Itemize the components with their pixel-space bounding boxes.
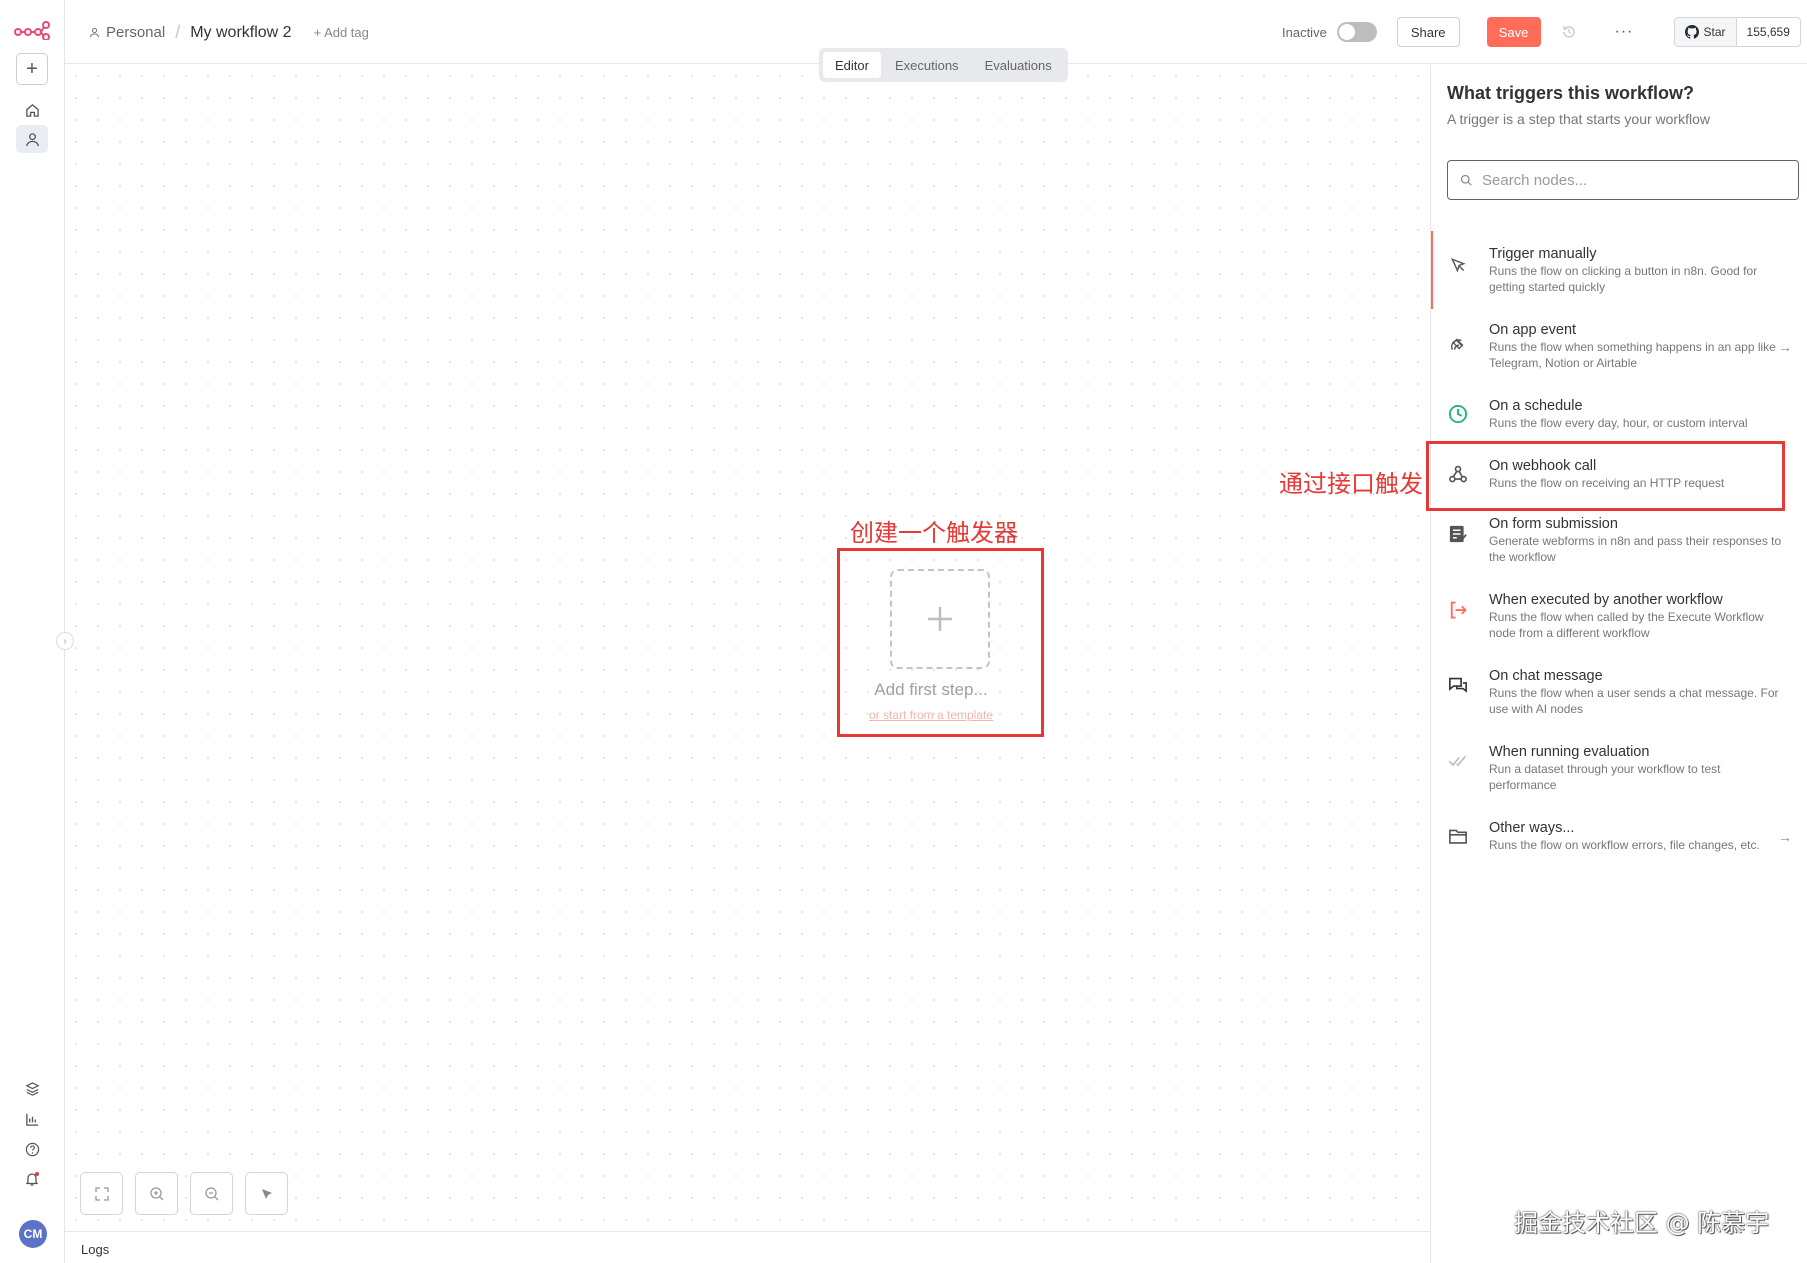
trigger-item-desc: Runs the flow when a user sends a chat m…: [1489, 686, 1779, 716]
watermark: 掘金技术社区 @ 陈慕宇: [1514, 1209, 1770, 1237]
trigger-item-desc: Runs the flow on clicking a button in n8…: [1489, 264, 1758, 294]
plus-icon: [928, 607, 952, 631]
trigger-item-desc: Generate webforms in n8n and pass their …: [1489, 534, 1782, 564]
tab-executions[interactable]: Executions: [883, 52, 971, 78]
help-icon[interactable]: [16, 1135, 48, 1163]
trigger-item-evaluation[interactable]: When running evaluation Run a dataset th…: [1431, 743, 1807, 793]
view-tabs: Editor Executions Evaluations: [819, 48, 1068, 82]
annotation-box-webhook: [1426, 441, 1785, 511]
workflow-name[interactable]: My workflow 2: [190, 24, 291, 42]
n8n-logo-icon[interactable]: [14, 20, 50, 40]
trigger-item-manual[interactable]: Trigger manually Runs the flow on clicki…: [1431, 231, 1807, 309]
check-double-icon: [1447, 749, 1469, 771]
user-icon: [89, 27, 100, 38]
canvas-controls: [80, 1172, 288, 1215]
form-icon: [1447, 523, 1469, 545]
trigger-item-title: On chat message: [1489, 668, 1603, 684]
sign-in-icon: [1447, 599, 1469, 621]
tab-evaluations[interactable]: Evaluations: [973, 52, 1064, 78]
trigger-item-desc: Runs the flow on workflow errors, file c…: [1489, 838, 1760, 852]
more-options-button[interactable]: ···: [1615, 23, 1634, 41]
chat-icon: [1447, 675, 1469, 697]
panel-title: What triggers this workflow?: [1447, 83, 1695, 103]
cursor-icon: [1447, 255, 1469, 277]
github-star-button[interactable]: Star: [1674, 18, 1737, 46]
history-icon[interactable]: [1561, 24, 1577, 40]
trigger-item-desc: Run a dataset through your workflow to t…: [1489, 762, 1721, 792]
breadcrumb-project[interactable]: Personal: [89, 24, 165, 41]
personal-icon[interactable]: [16, 125, 48, 153]
project-label: Personal: [106, 24, 166, 41]
create-button[interactable]: +: [16, 53, 48, 85]
trigger-item-app-event[interactable]: On app event Runs the flow when somethin…: [1431, 321, 1807, 371]
trigger-item-form[interactable]: On form submission Generate webforms in …: [1431, 515, 1807, 565]
tab-editor[interactable]: Editor: [823, 52, 881, 78]
star-count: 155,659: [1746, 25, 1790, 39]
workflow-canvas[interactable]: [65, 65, 1430, 1231]
breadcrumb-separator: /: [175, 22, 181, 42]
clock-icon: [1447, 403, 1469, 425]
start-from-template-link[interactable]: or start from a template: [838, 708, 1024, 722]
insights-icon[interactable]: [16, 1105, 48, 1133]
fit-view-button[interactable]: [80, 1172, 123, 1215]
trigger-item-title: On app event: [1489, 322, 1577, 338]
active-toggle[interactable]: [1336, 22, 1377, 42]
annotation-webhook-trigger: 通过接口触发: [1279, 470, 1423, 498]
arrow-right-icon: →: [1778, 829, 1792, 845]
annotation-create-trigger: 创建一个触发器: [850, 519, 1018, 547]
trigger-panel: What triggers this workflow? A trigger i…: [1430, 65, 1807, 1263]
github-icon: [1684, 25, 1699, 39]
left-sidebar: + CM: [0, 0, 65, 1263]
search-field[interactable]: [1447, 160, 1799, 200]
zoom-in-icon: [149, 1186, 163, 1200]
trigger-item-desc: Runs the flow every day, hour, or custom…: [1489, 416, 1748, 430]
save-button[interactable]: Save: [1486, 17, 1541, 47]
zoom-out-icon: [204, 1186, 218, 1200]
trigger-item-title: Other ways...: [1489, 820, 1575, 836]
satellite-icon: [1447, 333, 1469, 355]
folder-icon: [1447, 825, 1469, 847]
star-label: Star: [1703, 25, 1726, 39]
trigger-item-title: When executed by another workflow: [1489, 592, 1723, 608]
tidy-up-button[interactable]: [245, 1172, 288, 1215]
logs-label: Logs: [81, 1242, 110, 1257]
status-label: Inactive: [1282, 24, 1327, 40]
trigger-item-title: On a schedule: [1489, 398, 1583, 414]
github-star-widget[interactable]: Star 155,659: [1673, 17, 1801, 47]
trigger-item-title: Trigger manually: [1489, 246, 1597, 262]
notification-bell-icon[interactable]: [16, 1165, 48, 1193]
search-icon: [1460, 174, 1472, 186]
panel-subtitle: A trigger is a step that starts your wor…: [1447, 111, 1710, 127]
trigger-item-title: When running evaluation: [1489, 744, 1650, 760]
broom-icon: [261, 1188, 272, 1199]
breadcrumb: Personal / My workflow 2 + Add tag: [89, 22, 369, 43]
trigger-item-schedule[interactable]: On a schedule Runs the flow every day, h…: [1431, 397, 1807, 431]
share-button[interactable]: Share: [1396, 17, 1460, 47]
fullscreen-icon: [94, 1186, 109, 1201]
trigger-item-desc: Runs the flow when something happens in …: [1489, 340, 1776, 370]
add-tag-link[interactable]: + Add tag: [314, 25, 369, 40]
zoom-out-button[interactable]: [190, 1172, 233, 1215]
trigger-item-title: On form submission: [1489, 516, 1618, 532]
logs-bar[interactable]: Logs: [65, 1231, 1430, 1263]
add-first-step-label[interactable]: Add first step...: [838, 680, 1024, 700]
zoom-in-button[interactable]: [135, 1172, 178, 1215]
sidebar-expand-button[interactable]: ›: [56, 632, 74, 650]
avatar[interactable]: CM: [19, 1220, 47, 1248]
trigger-item-another-workflow[interactable]: When executed by another workflow Runs t…: [1431, 591, 1807, 641]
templates-icon[interactable]: [16, 1075, 48, 1103]
add-first-step-button[interactable]: [890, 569, 990, 669]
trigger-item-other-ways[interactable]: Other ways... Runs the flow on workflow …: [1431, 819, 1807, 853]
home-icon[interactable]: [16, 96, 48, 124]
trigger-item-desc: Runs the flow when called by the Execute…: [1489, 610, 1764, 640]
trigger-item-chat[interactable]: On chat message Runs the flow when a use…: [1431, 667, 1807, 717]
search-input[interactable]: [1482, 171, 1762, 189]
arrow-right-icon: →: [1778, 339, 1792, 355]
